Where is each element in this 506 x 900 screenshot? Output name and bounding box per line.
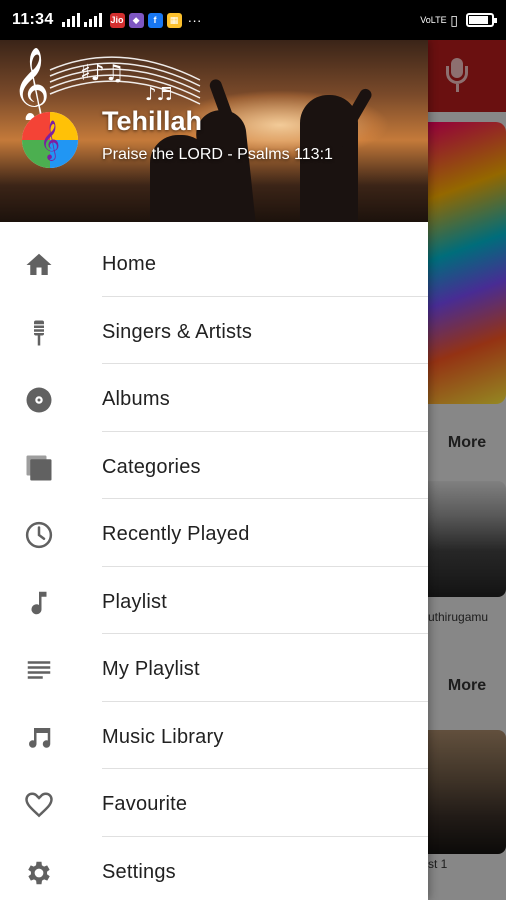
menu-label: Singers & Artists — [102, 320, 253, 343]
app-notification-icon-2: ▦ — [166, 12, 182, 28]
menu-label: Favourite — [102, 793, 188, 815]
home-icon — [26, 253, 52, 275]
menu-label: My Playlist — [102, 658, 200, 680]
status-time: 11:34 — [12, 11, 54, 28]
drawer-scrim[interactable] — [428, 40, 506, 900]
status-bar: 11:34 Jio ◆ f ▦ ··· VoLTE ▯ — [0, 0, 506, 40]
jio-app-icon: Jio — [109, 12, 125, 28]
menu-label: Home — [102, 253, 157, 275]
svg-text:𝄞: 𝄞 — [12, 48, 50, 120]
drawer-header: 𝄞 ♯♪♫ ♪♬ 𝄞 Tehillah Praise the LORD - Ps… — [0, 40, 428, 222]
menu-item-categories[interactable]: Categories — [0, 432, 428, 499]
categories-icon — [26, 455, 52, 480]
signal-icon-2 — [83, 13, 102, 27]
signal-icon — [61, 13, 80, 27]
volte-icon: VoLTE — [420, 14, 447, 25]
menu-label: Music Library — [102, 725, 224, 748]
menu-item-my-playlist[interactable]: My Playlist — [0, 634, 428, 702]
facebook-icon: f — [147, 12, 163, 28]
notification-icons: Jio ◆ f ▦ — [109, 12, 182, 28]
drawer-menu: Home Singers & Artists Albums Categories… — [0, 229, 428, 900]
clock-icon — [25, 521, 53, 549]
music-note-icon — [31, 591, 47, 614]
menu-label: Playlist — [102, 590, 167, 613]
menu-label: Albums — [102, 388, 170, 410]
heart-icon — [25, 792, 53, 818]
menu-item-playlist[interactable]: Playlist — [0, 567, 428, 634]
menu-item-favourite[interactable]: Favourite — [0, 769, 428, 837]
menu-label: Recently Played — [102, 523, 250, 545]
battery-icon — [466, 13, 497, 27]
album-disc-icon — [26, 387, 52, 413]
svg-text:♪♬: ♪♬ — [145, 84, 173, 105]
menu-label: Categories — [102, 455, 201, 478]
menu-label: Settings — [102, 860, 176, 883]
app-subtitle: Praise the LORD - Psalms 113:1 — [102, 146, 333, 163]
menu-item-recently-played[interactable]: Recently Played — [0, 499, 428, 567]
vibrate-icon: ▯ — [450, 11, 458, 28]
treble-clef-icon: 𝄞 — [39, 120, 61, 160]
menu-item-albums[interactable]: Albums — [0, 364, 428, 432]
more-notifications-icon: ··· — [187, 12, 202, 28]
menu-item-singers-artists[interactable]: Singers & Artists — [0, 297, 428, 364]
music-library-icon — [29, 727, 51, 748]
gear-icon — [28, 861, 50, 884]
menu-item-music-library[interactable]: Music Library — [0, 702, 428, 769]
svg-text:♯♪♫: ♯♪♫ — [80, 61, 124, 86]
app-notification-icon: ◆ — [128, 12, 144, 28]
app-logo: 𝄞 — [22, 112, 78, 168]
navigation-drawer: 𝄞 ♯♪♫ ♪♬ 𝄞 Tehillah Praise the LORD - Ps… — [0, 40, 428, 900]
menu-item-settings[interactable]: Settings — [0, 837, 428, 900]
list-icon — [27, 661, 51, 679]
menu-item-home[interactable]: Home — [0, 229, 428, 297]
app-title: Tehillah — [102, 106, 203, 136]
microphone-icon — [34, 320, 44, 345]
